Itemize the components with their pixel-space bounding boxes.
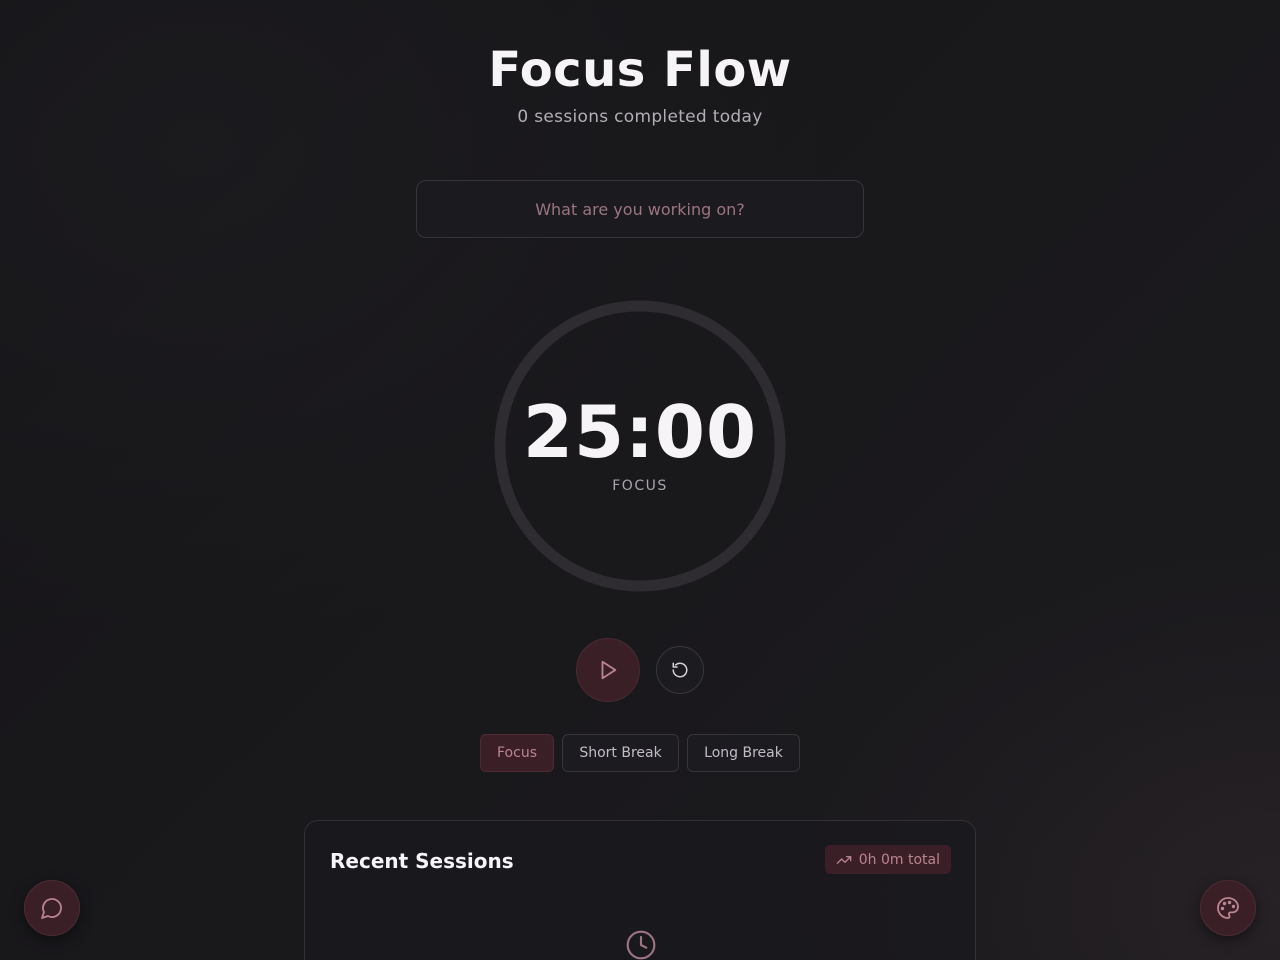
recent-sessions-title: Recent Sessions: [330, 849, 514, 873]
total-time-badge: 0h 0m total: [824, 845, 951, 874]
play-icon: [601, 660, 617, 680]
trending-up-icon: [836, 855, 852, 864]
clock-icon: [626, 930, 656, 960]
mode-short-break-label: Short Break: [579, 745, 662, 761]
chat-icon: [41, 898, 62, 919]
theme-palette-button[interactable]: [1200, 880, 1256, 936]
mode-long-break-button[interactable]: Long Break: [687, 734, 800, 772]
mode-short-break-button[interactable]: Short Break: [562, 734, 679, 772]
mode-focus-label: Focus: [497, 745, 537, 761]
reset-button[interactable]: [656, 646, 704, 694]
mode-long-break-label: Long Break: [704, 745, 783, 761]
task-input[interactable]: [416, 180, 864, 238]
reset-icon: [672, 662, 688, 678]
app-title: Focus Flow: [488, 42, 792, 98]
play-button[interactable]: [576, 638, 640, 702]
total-time-label: 0h 0m total: [858, 851, 940, 868]
chat-button[interactable]: [24, 880, 80, 936]
timer-mode-label: FOCUS: [612, 478, 668, 494]
timer-display: 25:00: [522, 390, 758, 474]
sessions-count-subtitle: 0 sessions completed today: [517, 107, 763, 127]
palette-icon: [1217, 897, 1239, 919]
recent-sessions-card: Recent Sessions 0h 0m total: [304, 820, 976, 960]
mode-focus-button[interactable]: Focus: [480, 734, 554, 772]
